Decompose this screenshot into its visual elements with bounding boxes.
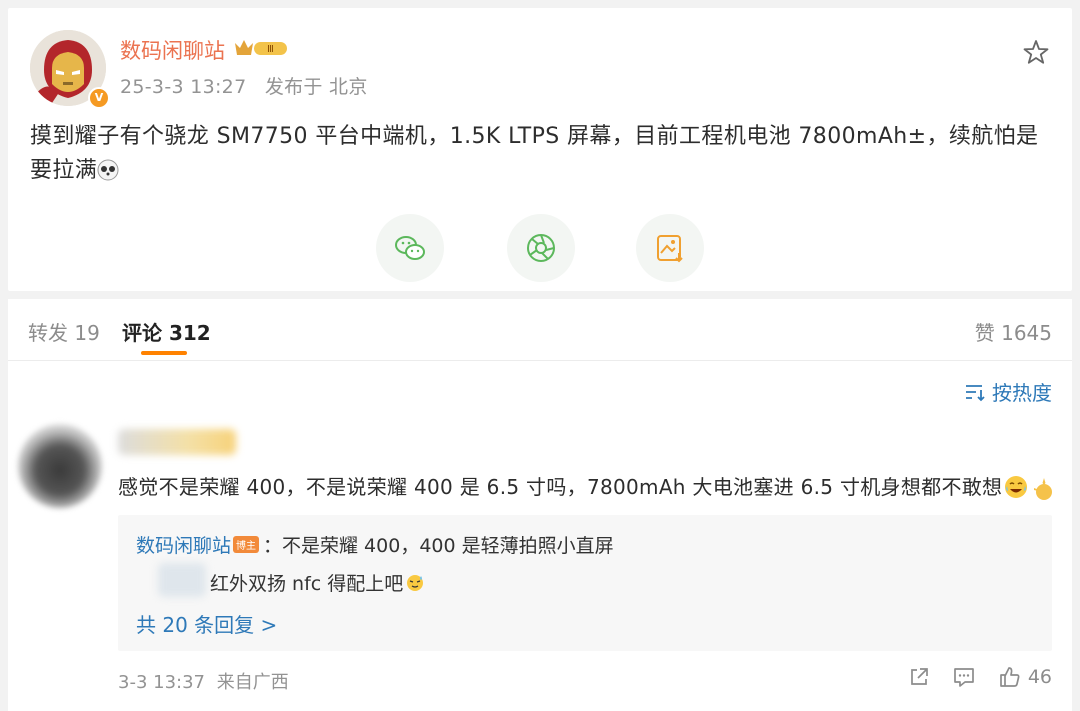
- view-all-replies-link[interactable]: 共 20 条回复 >: [136, 609, 277, 638]
- active-tab-indicator: [141, 351, 187, 355]
- interaction-tabs: 转发 19 评论 312 赞 1645: [8, 299, 1072, 361]
- sweat-emoji-icon: [407, 575, 424, 591]
- comment-meta: 3-3 13:37 来自广西: [118, 668, 289, 694]
- verified-badge-icon: V: [88, 87, 110, 109]
- sort-label: 按热度: [992, 381, 1052, 405]
- comment-body: 感觉不是荣耀 400，不是说荣耀 400 是 6.5 寸吗，7800mAh 大电…: [118, 471, 1058, 504]
- post-body: 摸到耀子有个骁龙 SM7750 平台中端机，1.5K LTPS 屏幕，目前工程机…: [30, 120, 1050, 188]
- comment-text: 感觉不是荣耀 400，不是说荣耀 400 是 6.5 寸吗，7800mAh 大电…: [118, 475, 1003, 499]
- reply-item: 数码闲聊站 博主 ：不是荣耀 400，400 是轻薄拍照小直屏: [136, 531, 614, 558]
- reply-author-blurred[interactable]: [158, 563, 206, 597]
- tab-likes[interactable]: 赞 1645: [975, 317, 1052, 346]
- comments-card: 转发 19 评论 312 赞 1645 按热度 感觉不是荣耀 400，不是说荣耀…: [8, 299, 1072, 711]
- wechat-icon: [395, 236, 425, 260]
- vip-level-badge-icon: Ⅲ: [235, 40, 287, 55]
- reply-item: 红外双扬 nfc 得配上吧: [210, 569, 425, 596]
- save-image-icon: [657, 235, 683, 263]
- author-badge: 博主: [233, 536, 260, 553]
- comment-actions: 46: [908, 665, 1052, 689]
- tab-comments[interactable]: 评论 312: [122, 317, 211, 346]
- post-meta: 25-3-3 13:27 发布于 北京: [120, 72, 380, 99]
- post-timestamp: 25-3-3 13:27: [120, 76, 247, 98]
- tab-repost[interactable]: 转发 19: [28, 317, 100, 346]
- sort-by-hot-button[interactable]: 按热度: [964, 377, 1052, 406]
- commenter-name-blurred[interactable]: [118, 429, 236, 455]
- reply-author-name[interactable]: 数码闲聊站: [136, 535, 231, 557]
- reply-comment-button[interactable]: [952, 666, 976, 688]
- reply-text: 红外双扬 nfc 得配上吧: [210, 573, 404, 595]
- laugh-cry-emoji-icon: [1005, 476, 1028, 498]
- post-location: 发布于 北京: [264, 76, 368, 98]
- comment-source: 来自广西: [216, 672, 289, 693]
- share-moments-button[interactable]: [507, 214, 575, 282]
- favorite-star-icon[interactable]: [1022, 38, 1050, 66]
- sort-icon: [966, 384, 985, 401]
- share-out-icon: [910, 668, 928, 685]
- reply-text: ：不是荣耀 400，400 是轻薄拍照小直屏: [263, 535, 614, 557]
- like-comment-button[interactable]: 46: [998, 665, 1052, 689]
- save-image-button[interactable]: [636, 214, 704, 282]
- comment-time: 3-3 13:37: [118, 672, 205, 693]
- vip-level-text: Ⅲ: [267, 44, 274, 55]
- moments-icon: [527, 234, 555, 262]
- thumbs-up-icon: [999, 667, 1020, 687]
- replies-box[interactable]: 数码闲聊站 博主 ：不是荣耀 400，400 是轻薄拍照小直屏 红外双扬 nfc 得…: [118, 515, 1052, 651]
- comment-icon: [953, 668, 974, 687]
- comment-like-count: 46: [1027, 666, 1052, 688]
- repost-comment-button[interactable]: [908, 666, 930, 688]
- post-author-name[interactable]: 数码闲聊站: [120, 35, 225, 65]
- commenter-avatar[interactable]: [18, 424, 102, 508]
- post-card: V 数码闲聊站 Ⅲ 25-3-3 13:27 发布于 北京 摸到耀子有个骁龙 S…: [8, 8, 1072, 291]
- post-text: 摸到耀子有个骁龙 SM7750 平台中端机，1.5K LTPS 屏幕，目前工程机…: [30, 124, 1039, 183]
- sparkle-badge-icon: [1034, 478, 1053, 500]
- share-wechat-button[interactable]: [376, 214, 444, 282]
- panda-emoji-icon: [97, 159, 119, 181]
